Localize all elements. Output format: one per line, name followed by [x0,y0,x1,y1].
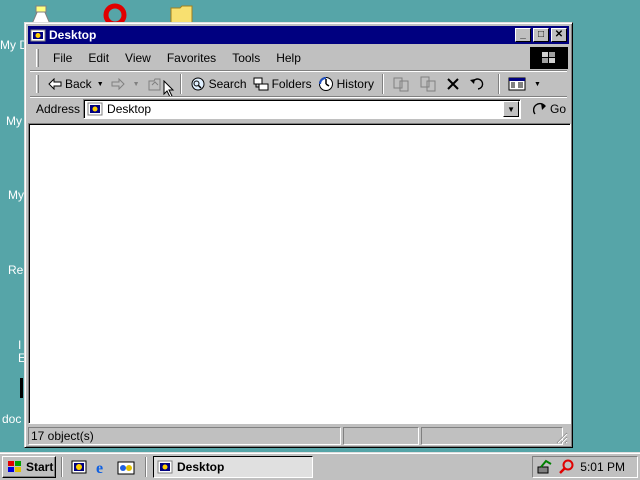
menu-bar: File Edit View Favorites Tools Help [30,47,527,69]
copy-to-button[interactable] [416,73,443,95]
title-bar[interactable]: Desktop _ □ ✕ [28,26,569,44]
folders-icon [253,77,269,91]
svg-text:e: e [96,460,103,475]
undo-icon [469,78,484,90]
forward-dropdown-arrow[interactable]: ▼ [133,81,140,88]
search-button[interactable]: Search [187,73,250,95]
resize-grip-icon[interactable] [556,432,568,444]
toolbar-divider [179,74,182,94]
toolbar-grip[interactable] [36,75,39,93]
desktop-label[interactable]: doc [2,412,21,426]
address-input[interactable] [107,102,498,116]
status-panel [343,427,419,445]
taskbar-button-desktop[interactable]: Desktop [153,456,313,478]
delete-icon [447,78,459,90]
forward-arrow-icon [111,78,125,90]
menu-help[interactable]: Help [268,51,309,65]
copy-to-icon [420,76,436,92]
toolbar-divider [381,74,384,94]
views-icon [508,77,526,91]
folder-icon [87,102,103,116]
search-icon [191,77,205,91]
network-tray-icon[interactable] [537,459,555,475]
desktop-icon-fragment [20,378,23,398]
close-button[interactable]: ✕ [551,28,567,42]
taskbar-divider [145,457,147,477]
address-bar: Address ▼ Go [30,98,567,120]
desktop-label[interactable]: My [6,114,22,128]
desktop-label[interactable]: My [8,188,24,202]
folder-desktop-icon[interactable] [168,2,202,24]
address-dropdown-button[interactable]: ▼ [503,101,520,117]
up-folder-icon [148,78,161,91]
search-label: Search [208,77,247,91]
channels-icon[interactable] [117,459,135,475]
windows-flag-icon [8,461,21,472]
back-dropdown-arrow[interactable]: ▼ [97,81,104,88]
clock[interactable]: 5:01 PM [580,460,625,474]
menu-edit[interactable]: Edit [80,51,117,65]
back-label: Back [65,77,92,91]
taskbar-divider [61,457,63,477]
my-documents-desktop-icon[interactable] [24,2,58,24]
taskbar-button-label: Desktop [177,460,225,474]
system-tray: 5:01 PM [532,456,638,478]
desktop-label[interactable]: Re [8,263,23,277]
toolbar-divider [497,74,500,94]
window-title: Desktop [49,28,97,42]
history-button[interactable]: History [315,73,377,95]
go-icon [533,102,547,115]
views-button[interactable] [505,73,532,95]
menu-file[interactable]: File [45,51,80,65]
ie-icon[interactable]: e [94,459,112,475]
folder-content-area[interactable] [28,123,571,424]
forward-button[interactable] [108,73,131,95]
history-label: History [336,77,374,91]
go-label: Go [550,102,567,116]
back-button[interactable]: Back [45,73,95,95]
status-object-count: 17 object(s) [28,427,341,445]
maximize-button[interactable]: □ [533,28,549,42]
status-bar: 17 object(s) [28,427,569,445]
taskbar: Start e Desktop 5:01 PM [0,452,640,480]
back-arrow-icon [48,78,62,90]
undo-button[interactable] [466,73,493,95]
show-desktop-icon[interactable] [70,459,88,475]
windows-logo-box [530,47,568,69]
desktop-label[interactable]: I [18,338,21,352]
explorer-window: Desktop _ □ ✕ File Edit View Favorites T… [24,22,573,448]
delete-button[interactable] [443,73,466,95]
history-icon [318,77,333,91]
address-combobox[interactable]: ▼ [83,99,522,119]
menu-grip[interactable] [36,49,39,67]
start-label: Start [26,460,54,474]
start-button[interactable]: Start [2,456,56,478]
folders-label: Folders [271,77,312,91]
folders-button[interactable]: Folders [250,73,315,95]
minimize-button[interactable]: _ [515,28,531,42]
standard-toolbar: Back ▼ ▼ Search Folders History ▼ [30,72,567,98]
views-dropdown-arrow[interactable]: ▼ [534,81,541,88]
folder-icon [30,29,46,42]
search-tray-icon[interactable] [559,459,575,475]
status-panel [421,427,563,445]
menu-tools[interactable]: Tools [224,51,268,65]
move-to-button[interactable] [389,73,416,95]
menu-view[interactable]: View [117,51,159,65]
address-label: Address [36,102,81,116]
go-button[interactable]: Go [533,102,566,116]
internet-desktop-icon[interactable] [100,2,134,24]
move-to-icon [393,77,409,92]
windows-logo-icon [542,52,555,63]
folder-icon [157,460,173,474]
menu-favorites[interactable]: Favorites [159,51,224,65]
